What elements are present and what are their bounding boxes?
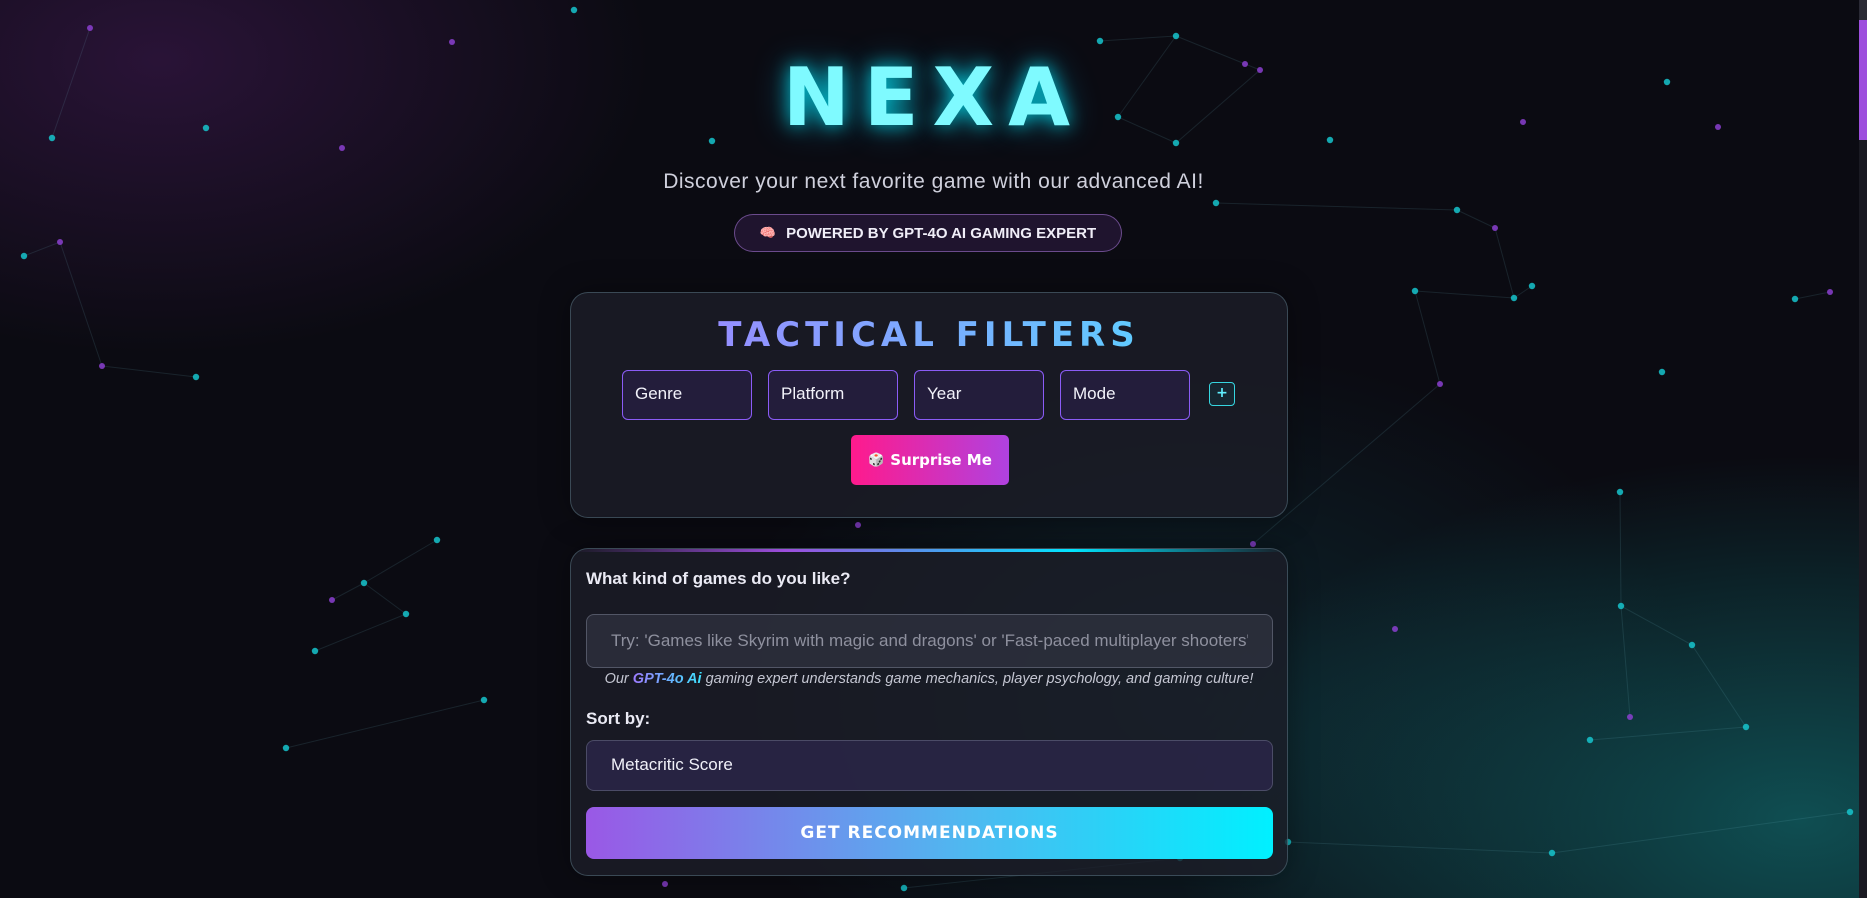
particle-link xyxy=(1215,202,1458,211)
particle-dot xyxy=(900,884,908,892)
particle-dot xyxy=(87,25,93,31)
particle-link xyxy=(1494,227,1515,299)
particle-dot xyxy=(662,881,668,887)
particle-dot xyxy=(1846,808,1854,816)
add-filter-button[interactable]: + xyxy=(1209,382,1235,406)
particle-dot xyxy=(1437,381,1443,387)
particle-link xyxy=(1099,35,1177,42)
particle-dot xyxy=(1392,626,1398,632)
particle-dot xyxy=(360,579,368,587)
filter-mode[interactable]: Mode xyxy=(1060,370,1190,420)
particle-dot xyxy=(1586,736,1594,744)
particle-link xyxy=(1287,841,1553,854)
game-preference-input[interactable] xyxy=(586,614,1273,668)
particle-dot xyxy=(1827,289,1833,295)
tactical-filters-panel: TACTICAL FILTERS Genre Platform Year Mod… xyxy=(570,292,1288,518)
particle-dot xyxy=(1411,287,1419,295)
preferences-question: What kind of games do you like? xyxy=(586,569,851,588)
particle-link xyxy=(1691,644,1747,728)
particle-dot xyxy=(1617,602,1625,610)
particle-link xyxy=(1794,291,1831,300)
particle-dot xyxy=(855,522,861,528)
particle-dot xyxy=(1250,541,1256,547)
particle-link xyxy=(1620,605,1631,718)
sort-select[interactable]: Metacritic Score xyxy=(586,740,1273,791)
particle-dot xyxy=(1453,206,1461,214)
particle-dot xyxy=(20,252,28,260)
surprise-me-label: Surprise Me xyxy=(890,451,992,469)
particle-link xyxy=(1414,290,1441,385)
hint-highlight: GPT-4o Ai xyxy=(632,671,702,687)
ai-hint: Our GPT-4o Ai gaming expert understands … xyxy=(571,671,1287,687)
filter-year[interactable]: Year xyxy=(914,370,1044,420)
particle-link xyxy=(363,582,407,615)
particle-link xyxy=(1589,726,1747,741)
badge-label: POWERED BY GPT-4O AI GAMING EXPERT xyxy=(786,224,1097,242)
particle-dot xyxy=(1791,295,1799,303)
filter-genre[interactable]: Genre xyxy=(622,370,752,420)
hint-suffix: gaming expert understands game mechanics… xyxy=(701,671,1254,687)
particle-link xyxy=(363,539,438,584)
particle-link xyxy=(1551,811,1851,854)
particle-dot xyxy=(1492,225,1498,231)
particle-link xyxy=(331,582,365,601)
dice-icon: 🎲 xyxy=(868,452,885,468)
particle-dot xyxy=(329,597,335,603)
particle-dot xyxy=(1510,294,1518,302)
particle-dot xyxy=(192,373,200,381)
surprise-me-button[interactable]: 🎲 Surprise Me xyxy=(851,435,1009,485)
particle-dot xyxy=(282,744,290,752)
particle-link xyxy=(285,699,485,749)
tagline: Discover your next favorite game with ou… xyxy=(663,170,1204,193)
particle-dot xyxy=(1096,37,1104,45)
get-recommendations-button[interactable]: GET RECOMMENDATIONS xyxy=(586,807,1273,859)
particle-dot xyxy=(1616,488,1624,496)
particle-dot xyxy=(1548,849,1556,857)
particle-dot xyxy=(1627,714,1633,720)
particle-link xyxy=(101,365,197,378)
hint-prefix: Our xyxy=(604,671,633,687)
particle-dot xyxy=(1658,368,1666,376)
particle-link xyxy=(1619,491,1622,607)
particle-link xyxy=(1620,605,1693,646)
particle-dot xyxy=(1742,723,1750,731)
particle-dot xyxy=(1528,282,1536,290)
particle-dot xyxy=(99,363,105,369)
particle-dot xyxy=(449,39,455,45)
particle-dot xyxy=(311,647,319,655)
particle-link xyxy=(23,241,61,257)
particle-dot xyxy=(433,536,441,544)
particle-dot xyxy=(57,239,63,245)
particle-dot xyxy=(402,610,410,618)
filter-platform[interactable]: Platform xyxy=(768,370,898,420)
sort-label: Sort by: xyxy=(586,709,651,728)
particle-link xyxy=(1513,285,1533,299)
particle-link xyxy=(1456,209,1496,229)
particle-dot xyxy=(1688,641,1696,649)
brain-icon: 🧠 xyxy=(759,225,777,240)
particle-dot xyxy=(480,696,488,704)
particle-dot xyxy=(1172,32,1180,40)
panel-accent-line xyxy=(571,549,1287,552)
particle-dot xyxy=(570,6,578,14)
particle-link xyxy=(314,613,407,652)
particle-link xyxy=(59,241,103,367)
particle-dot xyxy=(1212,199,1220,207)
particle-link xyxy=(1414,290,1515,299)
nexa-logo: NEXA xyxy=(782,51,1085,144)
filters-title: TACTICAL FILTERS xyxy=(571,315,1287,355)
search-panel: What kind of games do you like? Our GPT-… xyxy=(570,548,1288,876)
particle-dot xyxy=(339,145,345,151)
ai-powered-badge: 🧠 POWERED BY GPT-4O AI GAMING EXPERT xyxy=(734,214,1122,252)
